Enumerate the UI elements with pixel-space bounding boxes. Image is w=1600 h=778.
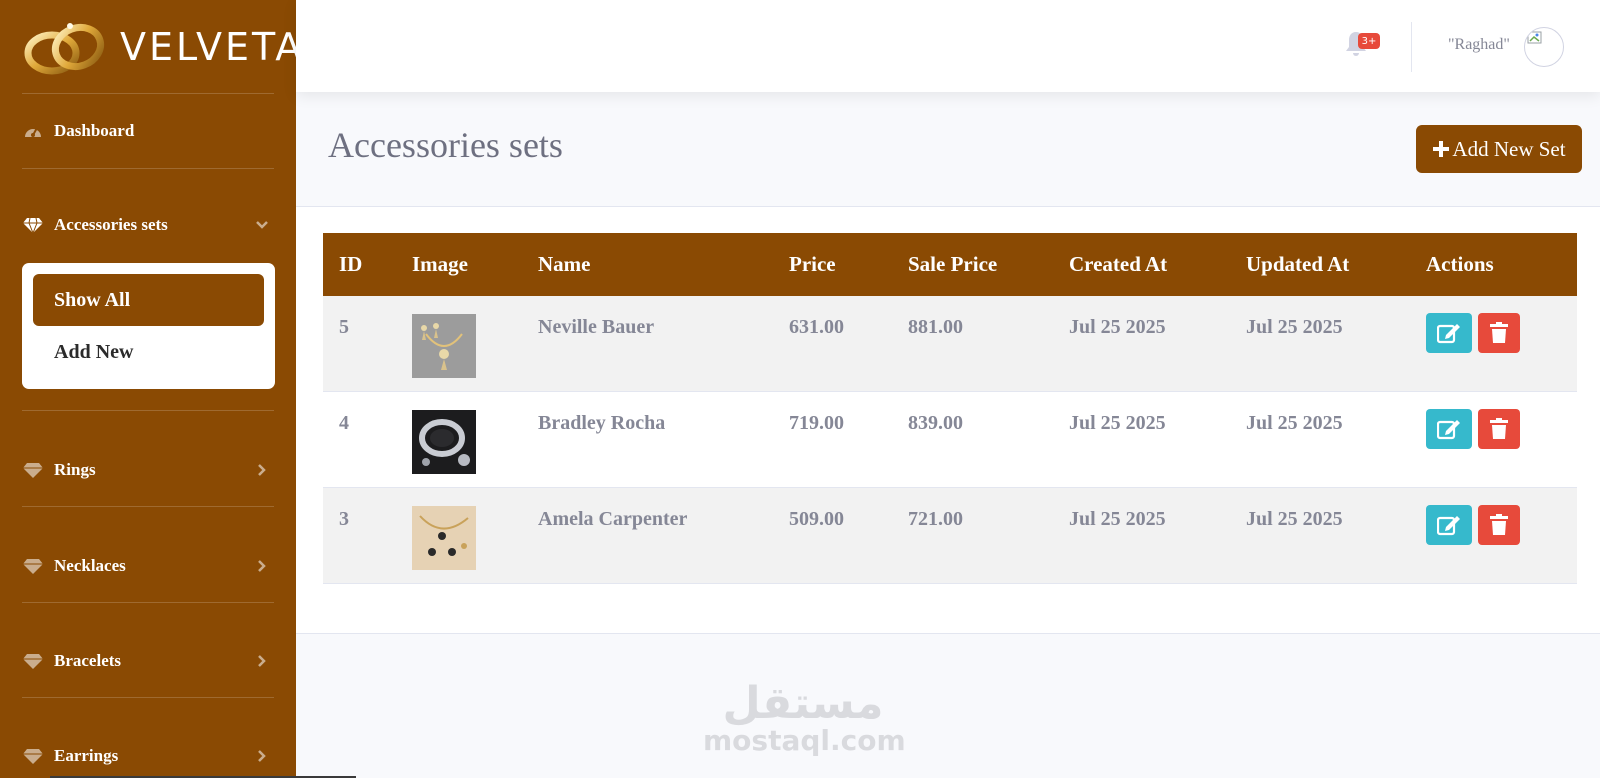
- accessories-submenu: Show All Add New: [22, 263, 275, 389]
- chevron-down-icon: [256, 221, 268, 229]
- sidebar-item-dashboard[interactable]: Dashboard: [22, 114, 274, 148]
- watermark-arabic: مستقل: [722, 678, 884, 729]
- chevron-right-icon: [258, 750, 266, 762]
- table-row: 5 Neville Bauer 631.00 881.00 Jul 25 202…: [323, 296, 1577, 392]
- edit-icon: [1437, 324, 1460, 344]
- column-header[interactable]: ID: [339, 233, 362, 296]
- cell-price: 509.00: [789, 508, 844, 530]
- add-new-set-label: Add New Set: [1452, 136, 1566, 161]
- sidebar-item-necklaces[interactable]: Necklaces: [22, 549, 274, 583]
- delete-button[interactable]: [1478, 313, 1520, 353]
- cell-updated-at: Jul 25 2025: [1246, 316, 1343, 338]
- column-header[interactable]: Name: [538, 233, 590, 296]
- cell-created-at: Jul 25 2025: [1069, 508, 1166, 530]
- trash-icon: [1490, 322, 1508, 343]
- sidebar-divider: [22, 93, 274, 94]
- sidebar-divider: [22, 168, 274, 169]
- add-new-set-button[interactable]: Add New Set: [1416, 125, 1582, 173]
- edit-button[interactable]: [1426, 409, 1472, 449]
- trash-icon: [1490, 514, 1508, 535]
- plus-icon: [1433, 141, 1450, 157]
- cell-sale-price: 839.00: [908, 412, 963, 434]
- broken-image-icon: [1527, 31, 1542, 44]
- product-image[interactable]: [412, 314, 476, 378]
- cell-id: 3: [339, 508, 349, 530]
- topbar: 3+ "Raghad": [296, 0, 1600, 92]
- sidebar-item-earrings[interactable]: Earrings: [22, 739, 274, 773]
- diamond-icon: [22, 216, 44, 234]
- sidebar-item-label: Dashboard: [54, 121, 135, 140]
- cell-id: 5: [339, 316, 349, 338]
- sidebar-divider: [22, 410, 274, 411]
- diamond-icon: [22, 557, 44, 575]
- sidebar-item-label: Bracelets: [54, 651, 122, 670]
- column-header[interactable]: Image: [412, 233, 468, 296]
- column-header[interactable]: Created At: [1069, 233, 1167, 296]
- delete-button[interactable]: [1478, 409, 1520, 449]
- diamond-icon: [22, 652, 44, 670]
- edit-icon: [1437, 420, 1460, 440]
- column-header[interactable]: Actions: [1426, 233, 1494, 296]
- chevron-right-icon: [258, 655, 266, 667]
- cell-updated-at: Jul 25 2025: [1246, 508, 1343, 530]
- page-title: Accessories sets: [328, 125, 563, 165]
- sidebar-item-bracelets[interactable]: Bracelets: [22, 644, 274, 678]
- column-header[interactable]: Sale Price: [908, 233, 997, 296]
- topbar-divider: [1411, 22, 1412, 72]
- trash-icon: [1490, 418, 1508, 439]
- cell-created-at: Jul 25 2025: [1069, 412, 1166, 434]
- cell-price: 719.00: [789, 412, 844, 434]
- rings-logo-icon: [24, 23, 105, 75]
- watermark: مستقل mostaql.com: [703, 678, 906, 757]
- submenu-show-all[interactable]: Show All: [33, 274, 264, 326]
- cell-created-at: Jul 25 2025: [1069, 316, 1166, 338]
- avatar[interactable]: [1524, 27, 1564, 67]
- sidebar-item-rings[interactable]: Rings: [22, 453, 274, 487]
- sidebar-item-label: Earrings: [54, 746, 119, 765]
- sidebar-item-label: Necklaces: [54, 556, 126, 575]
- table-header: ID Image Name Price Sale Price Created A…: [323, 233, 1577, 296]
- accessories-table: ID Image Name Price Sale Price Created A…: [323, 233, 1577, 584]
- cell-name: Bradley Rocha: [538, 412, 666, 434]
- cell-name: Neville Bauer: [538, 316, 655, 338]
- diamond-icon: [22, 461, 44, 479]
- user-name[interactable]: "Raghad": [1448, 36, 1510, 54]
- cell-updated-at: Jul 25 2025: [1246, 412, 1343, 434]
- cell-name: Amela Carpenter: [538, 508, 688, 530]
- watermark-latin: mostaql.com: [703, 724, 906, 757]
- chevron-right-icon: [258, 464, 266, 476]
- cell-id: 4: [339, 412, 349, 434]
- notification-badge: 3+: [1358, 33, 1380, 49]
- cell-price: 631.00: [789, 316, 844, 338]
- cell-sale-price: 721.00: [908, 508, 963, 530]
- edit-button[interactable]: [1426, 313, 1472, 353]
- product-image[interactable]: [412, 410, 476, 474]
- sidebar-divider: [22, 697, 274, 698]
- table-row: 4 Bradley Rocha 719.00 839.00 Jul 25 202…: [323, 392, 1577, 488]
- sidebar-divider: [22, 506, 274, 507]
- brand-logo[interactable]: VELVETA: [22, 12, 296, 82]
- delete-button[interactable]: [1478, 505, 1520, 545]
- brand-name: VELVETA: [120, 25, 296, 69]
- column-header[interactable]: Updated At: [1246, 233, 1349, 296]
- column-header[interactable]: Price: [789, 233, 836, 296]
- edit-button[interactable]: [1426, 505, 1472, 545]
- sidebar-item-accessories-sets[interactable]: Accessories sets: [22, 208, 274, 242]
- sidebar-item-label: Accessories sets: [54, 215, 168, 234]
- sidebar-divider: [22, 602, 274, 603]
- product-image[interactable]: [412, 506, 476, 570]
- edit-icon: [1437, 516, 1460, 536]
- table-row: 3 Amela Carpenter 509.00 721.00 Jul 25 2…: [323, 488, 1577, 584]
- sidebar-item-label: Rings: [54, 460, 96, 479]
- sidebar: VELVETA Dashboard Accessories sets Show …: [0, 0, 296, 778]
- gauge-icon: [22, 122, 44, 140]
- submenu-add-new[interactable]: Add New: [33, 326, 264, 378]
- cell-sale-price: 881.00: [908, 316, 963, 338]
- chevron-right-icon: [258, 560, 266, 572]
- diamond-icon: [22, 747, 44, 765]
